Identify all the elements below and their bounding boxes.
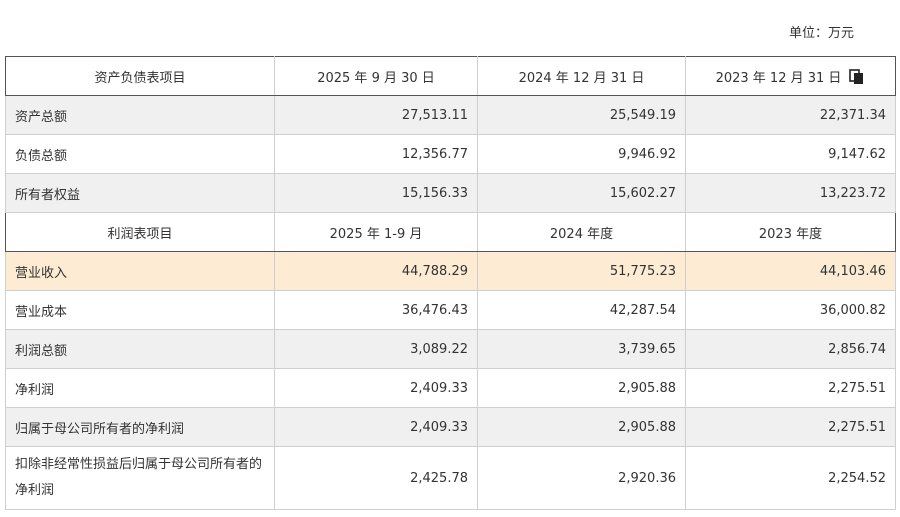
- row-value: 2,275.51: [685, 368, 896, 408]
- copy-icon[interactable]: [849, 68, 865, 85]
- row-label: 营业成本: [5, 290, 275, 330]
- row-label: 所有者权益: [5, 173, 275, 213]
- header-cell-with-copy: 2023 年 12 月 31 日: [685, 56, 896, 96]
- row-label: 归属于母公司所有者的净利润: [5, 407, 275, 447]
- row-value: 9,147.62: [685, 134, 896, 174]
- row-value: 3,739.65: [477, 329, 686, 369]
- row-value: 27,513.11: [274, 95, 478, 135]
- row-value: 2,425.78: [274, 446, 478, 510]
- header-cell: 2024 年度: [477, 212, 686, 252]
- row-value: 3,089.22: [274, 329, 478, 369]
- header-cell: 资产负债表项目: [5, 56, 275, 96]
- table-row: 归属于母公司所有者的净利润 2,409.33 2,905.88 2,275.51: [5, 407, 896, 447]
- row-value: 2,254.52: [685, 446, 896, 510]
- row-value: 2,905.88: [477, 407, 686, 447]
- row-value: 44,103.46: [685, 251, 896, 291]
- header-cell: 2024 年 12 月 31 日: [477, 56, 686, 96]
- row-value: 36,476.43: [274, 290, 478, 330]
- row-value: 15,602.27: [477, 173, 686, 213]
- row-label: 净利润: [5, 368, 275, 408]
- balance-header-row: 资产负债表项目 2025 年 9 月 30 日 2024 年 12 月 31 日…: [5, 56, 896, 96]
- header-cell: 2025 年 1-9 月: [274, 212, 478, 252]
- row-value: 13,223.72: [685, 173, 896, 213]
- row-value: 25,549.19: [477, 95, 686, 135]
- row-label: 扣除非经常性损益后归属于母公司所有者的净利润: [5, 446, 275, 510]
- row-value: 42,287.54: [477, 290, 686, 330]
- row-value: 22,371.34: [685, 95, 896, 135]
- table-row-highlighted: 营业收入 44,788.29 51,775.23 44,103.46: [5, 251, 896, 291]
- row-value: 2,409.33: [274, 407, 478, 447]
- header-cell-text: 2023 年 12 月 31 日: [715, 70, 842, 86]
- row-value: 2,275.51: [685, 407, 896, 447]
- header-cell: 利润表项目: [5, 212, 275, 252]
- row-value: 44,788.29: [274, 251, 478, 291]
- table-row: 营业成本 36,476.43 42,287.54 36,000.82: [5, 290, 896, 330]
- row-value: 9,946.92: [477, 134, 686, 174]
- row-value: 2,409.33: [274, 368, 478, 408]
- table-row: 利润总额 3,089.22 3,739.65 2,856.74: [5, 329, 896, 369]
- header-cell: 2023 年度: [685, 212, 896, 252]
- row-value: 2,905.88: [477, 368, 686, 408]
- row-value: 2,920.36: [477, 446, 686, 510]
- table-row: 负债总额 12,356.77 9,946.92 9,147.62: [5, 134, 896, 174]
- row-value: 36,000.82: [685, 290, 896, 330]
- row-value: 15,156.33: [274, 173, 478, 213]
- financial-table: 资产负债表项目 2025 年 9 月 30 日 2024 年 12 月 31 日…: [5, 56, 896, 510]
- row-label: 营业收入: [5, 251, 275, 291]
- table-row: 资产总额 27,513.11 25,549.19 22,371.34: [5, 95, 896, 135]
- header-cell: 2025 年 9 月 30 日: [274, 56, 478, 96]
- row-value: 2,856.74: [685, 329, 896, 369]
- row-label: 负债总额: [5, 134, 275, 174]
- income-header-row: 利润表项目 2025 年 1-9 月 2024 年度 2023 年度: [5, 212, 896, 252]
- unit-label: 单位：万元: [788, 26, 854, 41]
- row-label: 资产总额: [5, 95, 275, 135]
- row-label: 利润总额: [5, 329, 275, 369]
- table-row: 净利润 2,409.33 2,905.88 2,275.51: [5, 368, 896, 408]
- table-row: 所有者权益 15,156.33 15,602.27 13,223.72: [5, 173, 896, 213]
- row-value: 12,356.77: [274, 134, 478, 174]
- table-row: 扣除非经常性损益后归属于母公司所有者的净利润 2,425.78 2,920.36…: [5, 446, 896, 510]
- row-value: 51,775.23: [477, 251, 686, 291]
